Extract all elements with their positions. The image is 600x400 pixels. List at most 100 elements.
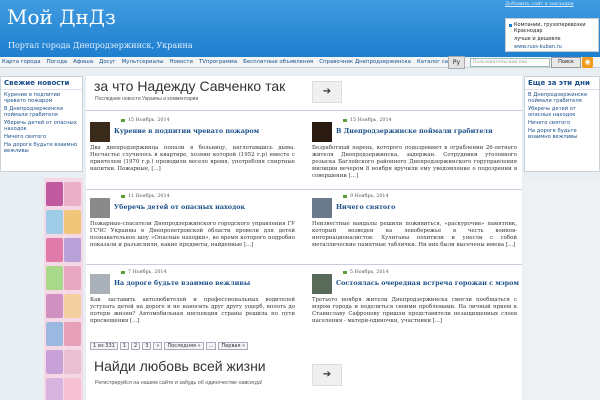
news-post: 11 Ноябрь, 2014 Уберечь детей от опасных… — [86, 194, 296, 264]
news-post: 15 Ноябрь, 2014 Курение в подпитии чрева… — [86, 118, 296, 188]
post-title[interactable]: В Днепродзержинске поймали грабителя — [336, 127, 493, 135]
post-excerpt: Неизвестные вандалы решили поживиться, «… — [312, 221, 517, 248]
nav-item-afisha[interactable]: Афиша — [73, 59, 93, 65]
site-header: Мой ДнДз Портал города Днепродзержинск, … — [0, 0, 600, 57]
post-date: 15 Ноябрь, 2014 — [350, 118, 392, 123]
post-title[interactable]: Ничего святого — [336, 203, 395, 211]
ad-tile[interactable] — [64, 266, 81, 290]
post-title[interactable]: Уберечь детей от опасных находок — [114, 203, 245, 211]
sidebar-more-days: Еще за эти дни В Днепродзержинске поймал… — [524, 76, 600, 172]
post-excerpt: Пожарные-спасатели Днепродзержинского го… — [90, 221, 295, 248]
ad-tile[interactable] — [64, 182, 81, 206]
nav-item-weather[interactable]: Погода — [47, 59, 68, 65]
divider — [86, 110, 522, 111]
nav-item-news[interactable]: Новости — [169, 59, 192, 65]
page-last[interactable]: Последняя » — [164, 342, 204, 350]
news-post: 9 Ноябрь, 2014 Ничего святого Неизвестны… — [308, 194, 518, 264]
nav-item-map[interactable]: Карта города — [2, 59, 41, 65]
sidebar-link[interactable]: Ничего святого — [528, 120, 596, 126]
page-link[interactable]: 2 — [131, 342, 141, 350]
post-date: 11 Ноябрь, 2014 — [128, 194, 170, 199]
sidebar-link[interactable]: На дороге будьте взаимно вежливы — [528, 128, 596, 140]
ad-tile[interactable] — [64, 210, 81, 234]
ad-tile[interactable] — [46, 378, 63, 400]
ad-tile[interactable] — [64, 378, 81, 400]
post-excerpt: Два днепродзержинца попали в больницу, н… — [90, 145, 295, 172]
nav-item-cartoons[interactable]: Мультсериалы — [122, 59, 164, 65]
ad-tile[interactable] — [46, 350, 63, 374]
ad-line: лучше и дешевле — [514, 36, 561, 42]
post-thumbnail[interactable] — [90, 274, 110, 294]
arrow-right-icon[interactable]: ➔ — [312, 364, 342, 386]
top-banner-headline[interactable]: за что Надежду Савченко так — [94, 78, 285, 94]
page-link[interactable]: 3 — [142, 342, 152, 350]
post-date: 5 Ноябрь, 2014 — [350, 270, 389, 275]
post-title[interactable]: Курение в подпитии чревато пожаром — [114, 127, 259, 135]
post-excerpt: Третьего ноября жители Днепродзержинска … — [312, 297, 517, 324]
date-icon — [121, 271, 125, 274]
bottom-banner[interactable]: Найди любовь всей жизни Регистрируйся на… — [86, 354, 522, 400]
sidebar-link[interactable]: Курение в подпитии чревато пожаром — [4, 92, 79, 104]
ad-tile[interactable] — [64, 350, 81, 374]
sidebar-link[interactable]: В Днепродзержинске поймали грабителя — [528, 92, 596, 104]
sidebar-link[interactable]: Уберечь детей от опасных находок — [4, 120, 79, 132]
post-excerpt: Безработный парень, которого подозревают… — [312, 145, 517, 179]
ad-tile[interactable] — [46, 182, 63, 206]
right-side-ad[interactable] — [524, 178, 600, 400]
sidebar-link[interactable]: В Днепродзержинске поймали грабителя — [4, 106, 79, 118]
ad-tile[interactable] — [46, 266, 63, 290]
search-button[interactable]: Поиск — [551, 57, 581, 68]
divider — [86, 264, 522, 265]
page-link[interactable]: 1 — [119, 342, 129, 350]
ad-tile[interactable] — [46, 238, 63, 262]
nav-item-tv[interactable]: TVпрограмма — [199, 59, 237, 65]
date-icon — [343, 119, 347, 122]
date-icon — [121, 195, 125, 198]
nav-item-ads[interactable]: Бесплатные объявления — [243, 59, 313, 65]
post-thumbnail[interactable] — [90, 198, 110, 218]
site-title[interactable]: Мой ДнДз — [7, 5, 116, 29]
date-icon — [343, 271, 347, 274]
page-next[interactable]: » — [153, 342, 163, 350]
ad-tile[interactable] — [46, 322, 63, 346]
post-thumbnail[interactable] — [312, 274, 332, 294]
nav-item-leisure[interactable]: Досуг — [99, 59, 116, 65]
post-title[interactable]: Состоялась очередная встреча горожан с м… — [336, 279, 519, 287]
top-banner-sub: Последние новости Украины и комментарии — [95, 96, 199, 102]
site-subtitle: Портал города Днепродзержинск, Украина — [8, 41, 193, 50]
page-ellipsis: ... — [205, 342, 217, 350]
ad-url[interactable]: www.russ-kuban.ru — [514, 44, 562, 50]
news-post: 5 Ноябрь, 2014 Состоялась очередная встр… — [308, 270, 519, 340]
header-ad[interactable]: Компании, грузоперевозки Краснодар лучше… — [505, 18, 599, 52]
bottom-banner-headline[interactable]: Найди любовь всей жизни — [94, 358, 266, 374]
sidebar-title: Свежие новости — [1, 77, 82, 90]
post-title[interactable]: На дороге будьте взаимно вежливы — [114, 279, 250, 287]
left-side-ad[interactable] — [44, 178, 83, 400]
bookmark-link[interactable]: Добавить сайт в закладки — [505, 1, 574, 7]
ad-tile[interactable] — [64, 322, 81, 346]
ad-tile[interactable] — [46, 294, 63, 318]
post-thumbnail[interactable] — [90, 122, 110, 142]
arrow-right-icon[interactable]: ➔ — [312, 81, 342, 103]
page-count: 1 из 331 — [90, 342, 118, 350]
post-thumbnail[interactable] — [312, 198, 332, 218]
bottom-banner-sub: Регистрируйся на нашем сайте и забудь об… — [95, 380, 263, 386]
ad-line[interactable]: Компании, грузоперевозки Краснодар — [514, 22, 595, 34]
post-thumbnail[interactable] — [312, 122, 332, 142]
ad-tile[interactable] — [64, 294, 81, 318]
language-button[interactable]: Ру — [448, 56, 465, 69]
page-first[interactable]: Первая » — [218, 342, 249, 350]
pagination: 1 из 331 1 2 3 » Последняя » ... Первая … — [90, 342, 249, 350]
sidebar-link[interactable]: На дороге будьте взаимно вежливы — [4, 142, 79, 154]
sidebar-link[interactable]: Уберечь детей от опасных находок — [528, 106, 596, 118]
date-icon — [343, 195, 347, 198]
sidebar-latest-news: Свежие новости Курение в подпитии чреват… — [0, 76, 83, 172]
search-input[interactable]: Пользовательский пои — [470, 58, 550, 67]
ad-tile[interactable] — [46, 210, 63, 234]
date-icon — [121, 119, 125, 122]
ad-tile[interactable] — [64, 238, 81, 262]
news-post: 15 Ноябрь, 2014 В Днепродзержинске пойма… — [308, 118, 518, 188]
sidebar-link[interactable]: Ничего святого — [4, 134, 79, 140]
rss-icon[interactable]: ◉ — [582, 57, 593, 68]
nav-item-directory[interactable]: Справочник Днепродзержинска — [319, 59, 411, 65]
